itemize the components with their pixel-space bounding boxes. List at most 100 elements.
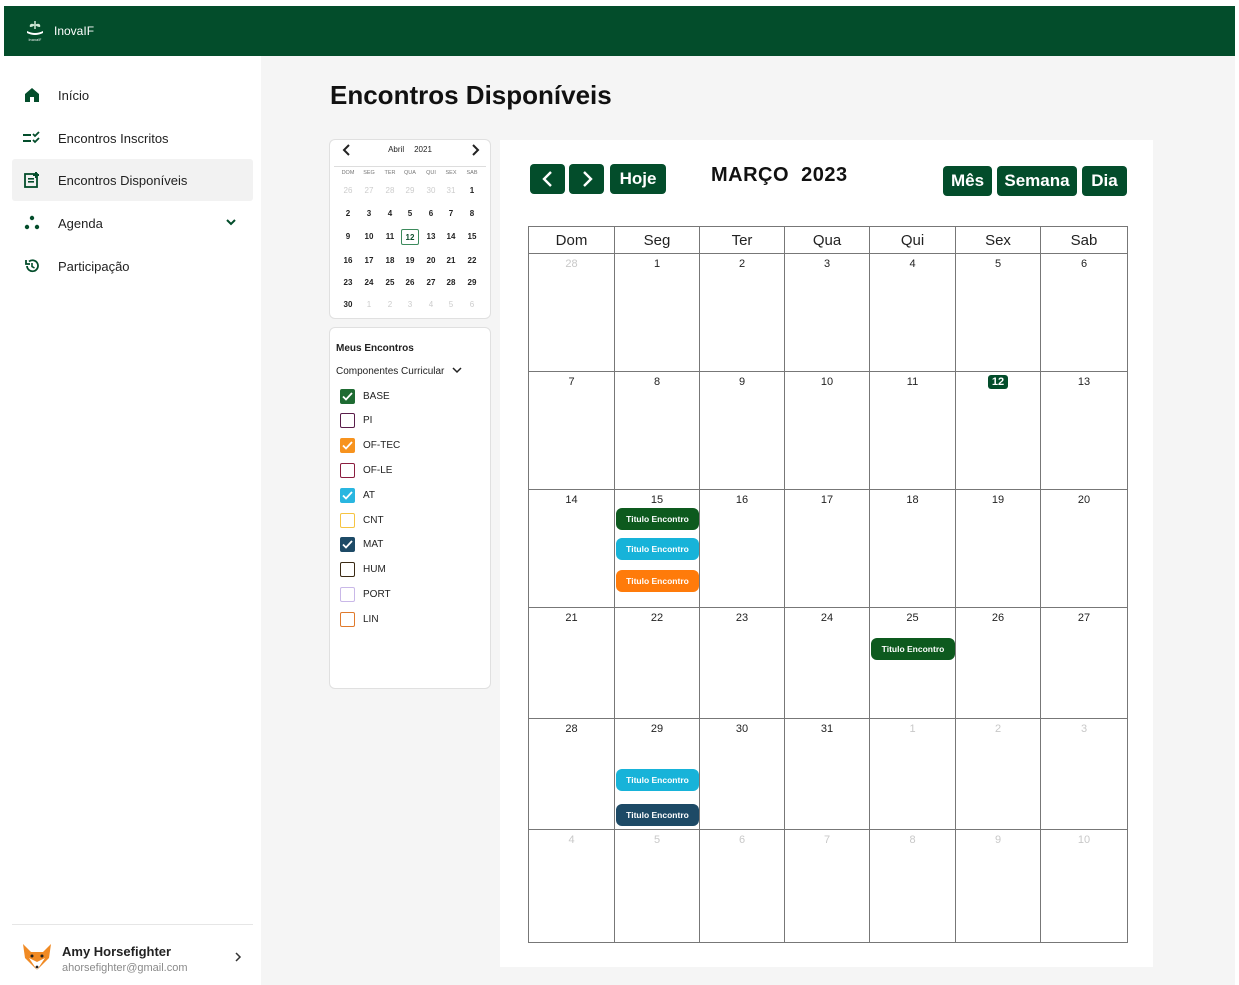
mini-day-cell[interactable]: 22 xyxy=(463,253,481,269)
user-profile[interactable]: Amy Horsefighter ahorsefighter@gmail.com xyxy=(12,934,253,984)
next-month-button[interactable] xyxy=(569,164,604,194)
mini-day-cell[interactable]: 24 xyxy=(360,275,378,291)
filter-item-pi[interactable]: PI xyxy=(340,413,372,429)
mini-day-cell[interactable]: 8 xyxy=(463,206,481,222)
mini-day-cell[interactable]: 6 xyxy=(422,206,440,222)
mini-day-cell[interactable]: 30 xyxy=(339,297,357,313)
day-cell[interactable]: 10 xyxy=(1041,830,1127,942)
checkbox[interactable] xyxy=(340,611,355,627)
day-cell[interactable]: 17 xyxy=(785,490,870,608)
event-chip[interactable]: Titulo Encontro xyxy=(871,638,955,660)
mini-day-cell[interactable]: 29 xyxy=(463,275,481,291)
day-cell[interactable]: 7 xyxy=(785,830,870,942)
mini-day-cell[interactable]: 29 xyxy=(401,183,419,199)
mini-day-cell[interactable]: 9 xyxy=(339,229,357,245)
day-cell[interactable]: 18 xyxy=(870,490,956,608)
mini-day-cell[interactable]: 2 xyxy=(381,297,399,313)
chevron-right-icon[interactable] xyxy=(233,950,243,968)
day-cell[interactable]: 27 xyxy=(1041,608,1127,719)
day-cell[interactable]: 6 xyxy=(700,830,785,942)
day-cell[interactable]: 1 xyxy=(615,254,700,372)
day-cell[interactable]: 4 xyxy=(870,254,956,372)
mini-day-cell[interactable]: 28 xyxy=(381,183,399,199)
mini-day-cell[interactable]: 15 xyxy=(463,229,481,245)
checkbox[interactable] xyxy=(340,512,355,528)
nav-item-encontros-disponiveis[interactable]: Encontros Disponíveis xyxy=(12,159,253,201)
day-cell[interactable]: 28 xyxy=(529,254,615,372)
day-cell[interactable]: 10 xyxy=(785,372,870,490)
day-cell[interactable]: 22 xyxy=(615,608,700,719)
day-cell[interactable]: 21 xyxy=(529,608,615,719)
view-day-button[interactable]: Dia xyxy=(1082,166,1127,196)
checkbox[interactable] xyxy=(340,413,355,429)
mini-day-cell[interactable]: 17 xyxy=(360,253,378,269)
day-cell[interactable]: 2 xyxy=(700,254,785,372)
view-month-button[interactable]: Mês xyxy=(943,166,992,196)
mini-day-cell[interactable]: 20 xyxy=(422,253,440,269)
checkbox[interactable] xyxy=(340,537,355,553)
filter-item-mat[interactable]: MAT xyxy=(340,537,383,553)
day-cell[interactable]: 19 xyxy=(956,490,1041,608)
checkbox[interactable] xyxy=(340,487,355,503)
mini-day-cell[interactable]: 25 xyxy=(381,275,399,291)
app-logo[interactable]: InovaIF xyxy=(20,16,50,46)
day-cell[interactable]: 2 xyxy=(956,719,1041,830)
filter-item-base[interactable]: BASE xyxy=(340,388,390,404)
day-cell[interactable]: 8 xyxy=(870,830,956,942)
day-cell[interactable]: 30 xyxy=(700,719,785,830)
day-cell[interactable]: 5 xyxy=(615,830,700,942)
mini-day-cell[interactable]: 30 xyxy=(422,183,440,199)
day-cell[interactable]: 9 xyxy=(700,372,785,490)
prev-month-button[interactable] xyxy=(530,164,565,194)
mini-day-cell[interactable]: 5 xyxy=(442,297,460,313)
view-week-button[interactable]: Semana xyxy=(997,166,1077,196)
mini-day-cell[interactable]: 1 xyxy=(463,183,481,199)
mini-day-cell[interactable]: 16 xyxy=(339,253,357,269)
event-chip[interactable]: Titulo Encontro xyxy=(616,508,699,530)
mini-day-cell[interactable]: 3 xyxy=(401,297,419,313)
mini-next-month-icon[interactable] xyxy=(468,143,482,157)
day-cell[interactable]: 5 xyxy=(956,254,1041,372)
mini-day-cell[interactable]: 11 xyxy=(381,229,399,245)
day-cell[interactable]: 14 xyxy=(529,490,615,608)
checkbox[interactable] xyxy=(340,586,355,602)
mini-day-cell[interactable]: 2 xyxy=(339,206,357,222)
day-cell[interactable]: 4 xyxy=(529,830,615,942)
day-cell[interactable]: 24 xyxy=(785,608,870,719)
nav-item-participacao[interactable]: Participação xyxy=(12,245,253,287)
mini-day-cell[interactable]: 26 xyxy=(339,183,357,199)
checkbox[interactable] xyxy=(340,438,355,454)
mini-day-cell[interactable]: 26 xyxy=(401,275,419,291)
mini-day-cell[interactable]: 10 xyxy=(360,229,378,245)
day-cell[interactable]: 3 xyxy=(785,254,870,372)
checkbox[interactable] xyxy=(340,462,355,478)
mini-day-cell[interactable]: 19 xyxy=(401,253,419,269)
event-chip[interactable]: Titulo Encontro xyxy=(616,570,699,592)
day-cell[interactable]: 16 xyxy=(700,490,785,608)
day-cell[interactable]: 13 xyxy=(1041,372,1127,490)
mini-day-cell[interactable]: 3 xyxy=(360,206,378,222)
day-cell[interactable]: 23 xyxy=(700,608,785,719)
day-cell[interactable]: 11 xyxy=(870,372,956,490)
day-cell[interactable]: 8 xyxy=(615,372,700,490)
day-cell[interactable]: 31 xyxy=(785,719,870,830)
chevron-down-icon[interactable] xyxy=(225,215,237,233)
mini-day-cell[interactable]: 12 xyxy=(401,229,419,245)
day-cell[interactable]: 3 xyxy=(1041,719,1127,830)
mini-day-cell[interactable]: 6 xyxy=(463,297,481,313)
curricular-dropdown[interactable]: Componentes Curricular xyxy=(336,366,462,377)
mini-day-cell[interactable]: 23 xyxy=(339,275,357,291)
checkbox[interactable] xyxy=(340,388,355,404)
filter-item-at[interactable]: AT xyxy=(340,487,375,503)
nav-item-encontros-inscritos[interactable]: Encontros Inscritos xyxy=(12,117,253,159)
mini-day-cell[interactable]: 28 xyxy=(442,275,460,291)
mini-day-cell[interactable]: 14 xyxy=(442,229,460,245)
mini-day-cell[interactable]: 21 xyxy=(442,253,460,269)
filter-item-lin[interactable]: LIN xyxy=(340,611,379,627)
mini-day-cell[interactable]: 13 xyxy=(422,229,440,245)
mini-day-cell[interactable]: 4 xyxy=(422,297,440,313)
filter-item-cnt[interactable]: CNT xyxy=(340,512,384,528)
mini-day-cell[interactable]: 4 xyxy=(381,206,399,222)
day-cell[interactable]: 1 xyxy=(870,719,956,830)
day-cell[interactable]: 12 xyxy=(956,372,1041,490)
